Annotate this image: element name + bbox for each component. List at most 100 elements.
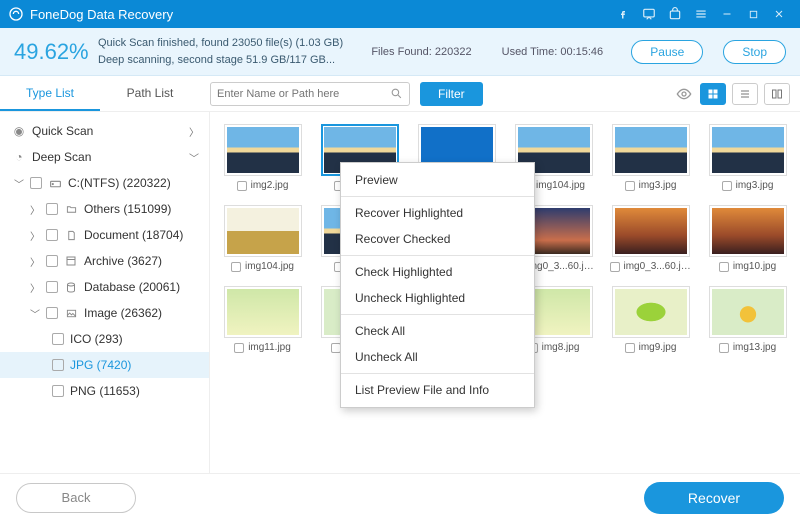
thumbnail-filename: img2.jpg: [251, 180, 289, 191]
back-button[interactable]: Back: [16, 483, 136, 513]
checkbox[interactable]: [46, 307, 58, 319]
checkbox[interactable]: [722, 181, 732, 191]
checkbox[interactable]: [719, 262, 729, 272]
thumbnail-image: [712, 208, 784, 254]
thumbnail[interactable]: img11.jpg: [218, 286, 307, 353]
tree-drive[interactable]: ﹀ C:(NTFS) (220322): [0, 170, 209, 196]
thumbnail-caption: img104.jpg: [231, 261, 294, 272]
tree-deep-scan[interactable]: ◔ Deep Scan ﹀: [0, 144, 209, 170]
menu-check-highlighted[interactable]: Check Highlighted: [341, 259, 534, 285]
thumbnail-image: [712, 289, 784, 335]
view-grid-button[interactable]: [700, 83, 726, 105]
checkbox[interactable]: [231, 262, 241, 272]
search-box[interactable]: [210, 82, 410, 106]
checkbox[interactable]: [237, 181, 247, 191]
checkbox[interactable]: [46, 255, 58, 267]
chevron-right-icon: 〉: [30, 280, 40, 295]
checkbox[interactable]: [234, 343, 244, 353]
checkbox[interactable]: [52, 359, 64, 371]
thumbnail[interactable]: img10.jpg: [703, 205, 792, 272]
view-detail-button[interactable]: [764, 83, 790, 105]
folder-icon: [64, 204, 78, 215]
menu-uncheck-highlighted[interactable]: Uncheck Highlighted: [341, 285, 534, 311]
tree-png[interactable]: PNG (11653): [0, 378, 209, 404]
scan-percent: 49.62%: [14, 39, 84, 65]
search-input[interactable]: [217, 88, 390, 100]
archive-icon: [64, 255, 78, 267]
tree-database[interactable]: 〉 Database (20061): [0, 274, 209, 300]
thumbnail-image: [615, 127, 687, 173]
close-icon[interactable]: [766, 0, 792, 28]
chevron-right-icon: 〉: [30, 228, 40, 243]
filter-button[interactable]: Filter: [420, 82, 483, 106]
thumbnail-caption: img3.jpg: [625, 180, 677, 191]
thumbnail[interactable]: img3.jpg: [703, 124, 792, 191]
tab-path-list[interactable]: Path List: [100, 76, 200, 111]
cart-icon[interactable]: [662, 0, 688, 28]
thumbnail-filename: img104.jpg: [536, 180, 585, 191]
app-title: FoneDog Data Recovery: [30, 7, 173, 22]
scan-status-text: Quick Scan finished, found 23050 file(s)…: [98, 35, 343, 68]
view-list-button[interactable]: [732, 83, 758, 105]
thumbnail-caption: img13.jpg: [719, 342, 776, 353]
stop-button[interactable]: Stop: [723, 40, 786, 64]
tree-document[interactable]: 〉 Document (18704): [0, 222, 209, 248]
thumbnail[interactable]: img2.jpg: [218, 124, 307, 191]
checkbox[interactable]: [46, 281, 58, 293]
tree-others[interactable]: 〉 Others (151099): [0, 196, 209, 222]
tree-image[interactable]: ﹀ Image (26362): [0, 300, 209, 326]
thumbnail[interactable]: img9.jpg: [606, 286, 695, 353]
thumbnail[interactable]: img3.jpg: [606, 124, 695, 191]
menu-check-all[interactable]: Check All: [341, 318, 534, 344]
toolbar: Type List Path List Filter: [0, 76, 800, 112]
thumbnail-filename: img13.jpg: [733, 342, 776, 353]
menu-list-preview[interactable]: List Preview File and Info: [341, 377, 534, 403]
recover-button[interactable]: Recover: [644, 482, 784, 514]
tree-ico[interactable]: ICO (293): [0, 326, 209, 352]
footer: Back Recover: [0, 473, 800, 521]
preview-toggle-icon[interactable]: [674, 86, 694, 102]
tree-jpg[interactable]: JPG (7420): [0, 352, 209, 378]
pause-button[interactable]: Pause: [631, 40, 703, 64]
menu-recover-highlighted[interactable]: Recover Highlighted: [341, 200, 534, 226]
menu-uncheck-all[interactable]: Uncheck All: [341, 344, 534, 370]
database-icon: [64, 281, 78, 294]
scan-status-line1: Quick Scan finished, found 23050 file(s)…: [98, 35, 343, 52]
minimize-icon[interactable]: [714, 0, 740, 28]
tab-type-list[interactable]: Type List: [0, 76, 100, 111]
search-icon: [390, 87, 403, 100]
thumbnail-image: [712, 127, 784, 173]
thumbnail[interactable]: img104.jpg: [218, 205, 307, 272]
checkbox[interactable]: [625, 343, 635, 353]
checkbox[interactable]: [30, 177, 42, 189]
feedback-icon[interactable]: [636, 0, 662, 28]
thumbnail-caption: img10.jpg: [719, 261, 776, 272]
thumbnail-filename: img10.jpg: [733, 261, 776, 272]
title-bar: FoneDog Data Recovery: [0, 0, 800, 28]
maximize-icon[interactable]: [740, 0, 766, 28]
thumbnail-filename: img0_3...60.jpg: [624, 261, 692, 272]
menu-recover-checked[interactable]: Recover Checked: [341, 226, 534, 252]
checkbox[interactable]: [625, 181, 635, 191]
checkbox[interactable]: [52, 385, 64, 397]
thumbnail-caption: img3.jpg: [722, 180, 774, 191]
checkbox[interactable]: [52, 333, 64, 345]
facebook-icon[interactable]: [610, 0, 636, 28]
menu-preview[interactable]: Preview: [341, 167, 534, 193]
checkbox[interactable]: [719, 343, 729, 353]
checkbox[interactable]: [46, 203, 58, 215]
checkbox[interactable]: [46, 229, 58, 241]
thumbnail-filename: img8.jpg: [542, 342, 580, 353]
menu-icon[interactable]: [688, 0, 714, 28]
chevron-down-icon: ﹀: [189, 150, 199, 165]
tree-quick-scan[interactable]: ◉ Quick Scan 〉: [0, 118, 209, 144]
thumbnail[interactable]: img0_3...60.jpg: [606, 205, 695, 272]
tree-archive[interactable]: 〉 Archive (3627): [0, 248, 209, 274]
thumbnail-image: [227, 289, 299, 335]
thumbnail[interactable]: img13.jpg: [703, 286, 792, 353]
thumbnail-filename: img0_3...60.jpg: [527, 261, 595, 272]
thumbnail-filename: img104.jpg: [245, 261, 294, 272]
drive-icon: [48, 177, 62, 190]
checkbox[interactable]: [610, 262, 620, 272]
thumbnail-image: [615, 289, 687, 335]
